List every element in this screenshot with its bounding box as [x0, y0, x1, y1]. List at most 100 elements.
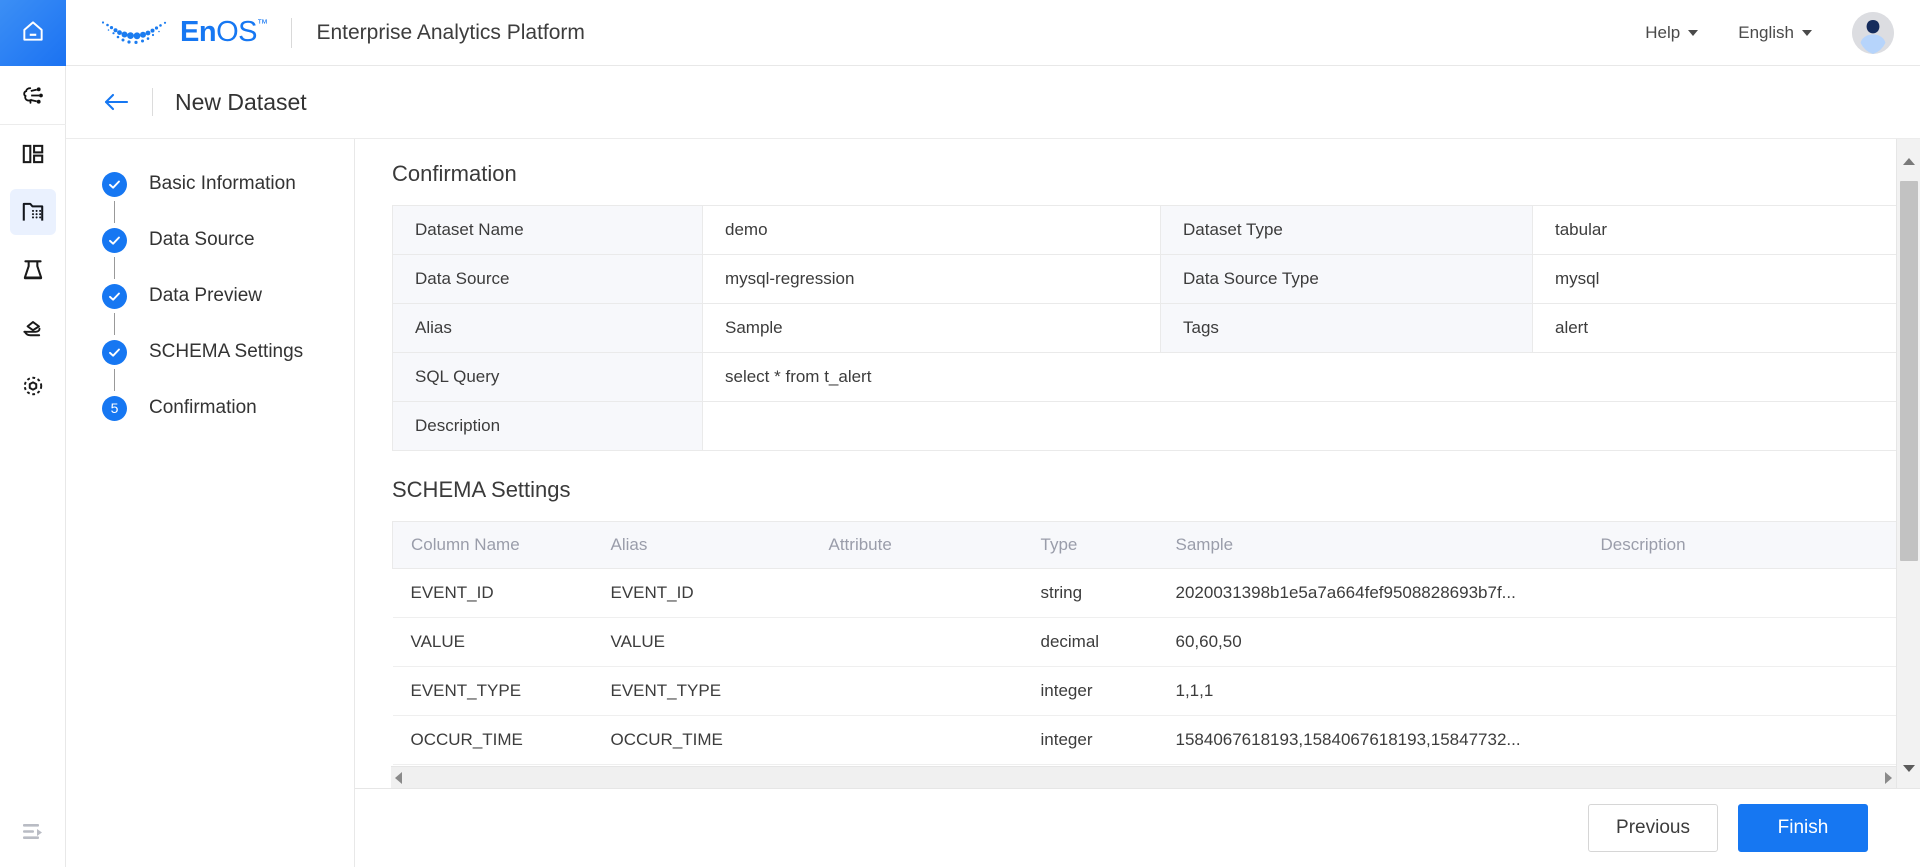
- cell-type: string: [1022, 568, 1158, 618]
- horizontal-scrollbar[interactable]: [391, 766, 1896, 788]
- avatar[interactable]: [1852, 11, 1894, 54]
- help-menu[interactable]: Help: [1645, 23, 1699, 43]
- back-button[interactable]: [102, 91, 130, 113]
- enos-wordmark: En OS ™: [180, 16, 268, 48]
- cell-column-name: OCCUR_TIME: [392, 715, 593, 765]
- step-basic-information[interactable]: Basic Information: [66, 167, 354, 201]
- table-row: SQL Query select * from t_alert: [392, 352, 1903, 402]
- schema-table-wrapper: Column Name Alias Attribute Type Sample …: [392, 521, 1903, 765]
- field-value: select * from t_alert: [702, 352, 1903, 402]
- table-row: Dataset Name demo Dataset Type tabular: [392, 205, 1903, 255]
- collapse-panel-button[interactable]: [0, 801, 66, 867]
- chevron-down-icon: [1802, 29, 1812, 36]
- field-label: Alias: [392, 303, 703, 353]
- home-button[interactable]: [0, 0, 66, 66]
- ai-model-icon: [10, 72, 56, 118]
- field-value: Sample: [702, 303, 1161, 353]
- cell-alias: OCCUR_TIME: [592, 715, 811, 765]
- top-header: En OS ™ Enterprise Analytics Platform Help…: [66, 0, 1920, 66]
- language-menu[interactable]: English: [1738, 23, 1812, 43]
- cell-description: [1582, 715, 1903, 765]
- field-label: Data Source Type: [1160, 254, 1533, 304]
- logo-text-en: En: [180, 16, 217, 48]
- step-connector: [114, 257, 115, 279]
- enos-smile-logo-icon: [96, 16, 174, 50]
- column-header-alias: Alias: [592, 521, 811, 569]
- cell-type: integer: [1022, 666, 1158, 716]
- schema-section-title: SCHEMA Settings: [392, 477, 571, 502]
- content-inner: Confirmation Dataset Name demo Dataset T…: [355, 139, 1920, 765]
- dataset-folder-icon: [9, 189, 56, 235]
- scroll-down-button[interactable]: [1897, 756, 1920, 780]
- step-data-source[interactable]: Data Source: [66, 223, 354, 257]
- header-actions: Help English: [1645, 11, 1894, 54]
- table-header-row: Column Name Alias Attribute Type Sample …: [392, 521, 1903, 569]
- cell-attribute: [810, 715, 1023, 765]
- scroll-right-button[interactable]: [1885, 771, 1892, 784]
- table-row: Description: [392, 401, 1903, 451]
- main-content: Confirmation Dataset Name demo Dataset T…: [355, 139, 1920, 788]
- cell-sample: 1,1,1: [1157, 666, 1583, 716]
- table-row: Data Source mysql-regression Data Source…: [392, 254, 1903, 304]
- subheader-divider: [152, 88, 153, 116]
- cell-type: integer: [1022, 715, 1158, 765]
- brand-logo[interactable]: En OS ™: [96, 16, 268, 50]
- column-header-description: Description: [1582, 521, 1903, 569]
- cell-sample: 1584067618193,1584067618193,15847732...: [1157, 715, 1583, 765]
- field-value: mysql-regression: [702, 254, 1161, 304]
- field-label: Dataset Name: [392, 205, 703, 255]
- sidebar-item-settings[interactable]: [0, 357, 66, 415]
- deploy-icon: [10, 305, 56, 351]
- table-row: VALUE VALUE decimal 60,60,50: [392, 617, 1903, 667]
- step-schema-settings[interactable]: SCHEMA Settings: [66, 335, 354, 369]
- cell-column-name: VALUE: [392, 617, 593, 667]
- sidebar-item-deployment[interactable]: [0, 299, 66, 357]
- product-title: Enterprise Analytics Platform: [316, 20, 585, 44]
- cell-column-name: EVENT_TYPE: [392, 666, 593, 716]
- rail-items: [0, 66, 66, 415]
- cell-description: [1582, 617, 1903, 667]
- sidebar-item-ai-model[interactable]: [0, 66, 66, 124]
- cell-alias: VALUE: [592, 617, 811, 667]
- field-value: demo: [702, 205, 1161, 255]
- home-icon: [20, 18, 46, 49]
- vertical-scrollbar[interactable]: [1896, 139, 1920, 788]
- previous-button[interactable]: Previous: [1588, 804, 1718, 852]
- step-status-icon: [102, 339, 127, 365]
- dashboard-icon: [10, 131, 56, 177]
- sidebar-item-experiment[interactable]: [0, 241, 66, 299]
- cell-sample: 60,60,50: [1157, 617, 1583, 667]
- cell-sample: 2020031398b1e5a7a664fef9508828693b7f...: [1157, 568, 1583, 618]
- wizard-steps: Basic Information Data Source Data Previ…: [66, 139, 355, 867]
- column-header-column-name: Column Name: [392, 521, 593, 569]
- field-label: SQL Query: [392, 352, 703, 402]
- logo-text-os: OS: [216, 16, 257, 48]
- lab-flask-icon: [10, 247, 56, 293]
- cell-alias: EVENT_TYPE: [592, 666, 811, 716]
- confirmation-section-title: Confirmation: [392, 161, 517, 186]
- vertical-scrollbar-thumb[interactable]: [1900, 181, 1918, 561]
- scroll-up-button[interactable]: [1897, 149, 1920, 173]
- sidebar-item-dashboard[interactable]: [0, 125, 66, 183]
- settings-gear-icon: [10, 363, 56, 409]
- table-row: Alias Sample Tags alert: [392, 303, 1903, 353]
- chevron-down-icon: [1688, 29, 1699, 36]
- cell-description: [1582, 666, 1903, 716]
- sidebar-item-dataset[interactable]: [0, 183, 66, 241]
- step-label: Basic Information: [149, 173, 296, 194]
- scroll-left-button[interactable]: [395, 771, 402, 784]
- step-connector: [114, 313, 115, 335]
- finish-button[interactable]: Finish: [1738, 804, 1868, 852]
- table-row: EVENT_TYPE EVENT_TYPE integer 1,1,1: [392, 666, 1903, 716]
- step-label: Data Preview: [149, 285, 262, 306]
- collapse-panel-icon: [21, 821, 45, 848]
- step-data-preview[interactable]: Data Preview: [66, 279, 354, 313]
- table-row: OCCUR_TIME OCCUR_TIME integer 1584067618…: [392, 715, 1903, 765]
- field-value: alert: [1532, 303, 1903, 353]
- step-confirmation[interactable]: 5 Confirmation: [66, 391, 354, 425]
- schema-table: Column Name Alias Attribute Type Sample …: [392, 521, 1903, 765]
- field-value: mysql: [1532, 254, 1903, 304]
- cell-column-name: EVENT_ID: [392, 568, 593, 618]
- cell-alias: EVENT_ID: [592, 568, 811, 618]
- step-connector: [114, 369, 115, 391]
